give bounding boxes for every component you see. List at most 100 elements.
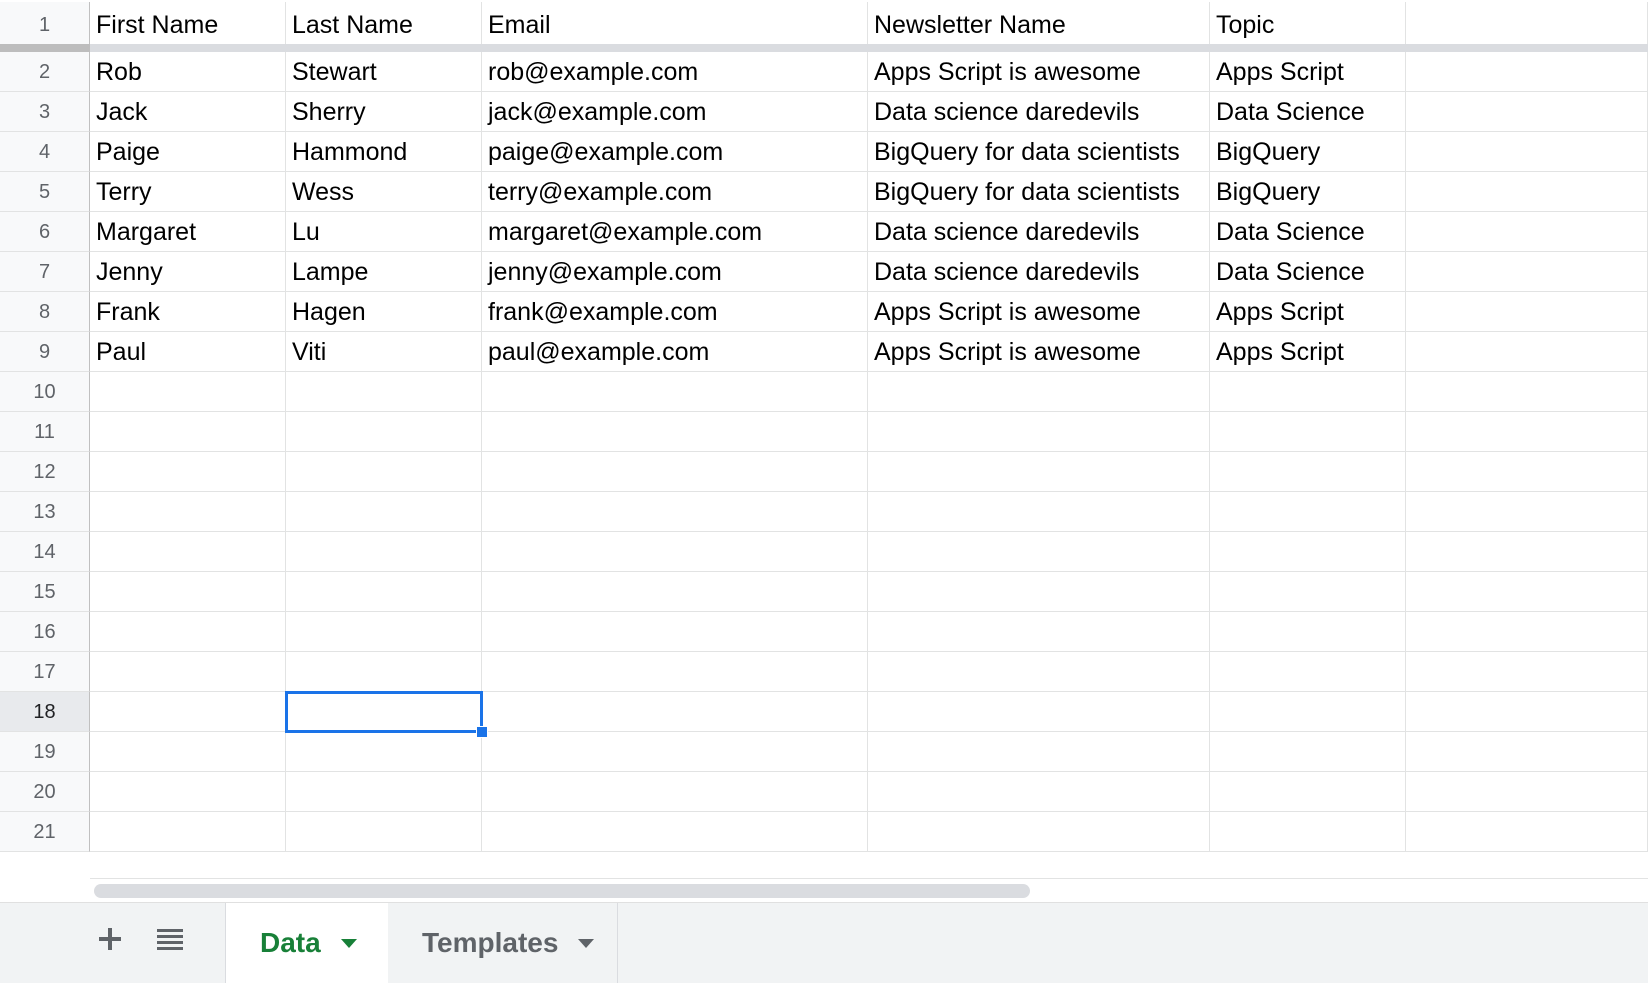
table-cell[interactable]: BigQuery xyxy=(1210,172,1406,212)
table-cell[interactable] xyxy=(1210,612,1406,652)
header-cell[interactable]: Email xyxy=(482,2,868,48)
table-cell[interactable] xyxy=(286,772,482,812)
table-cell[interactable] xyxy=(1406,652,1648,692)
table-cell[interactable] xyxy=(286,812,482,852)
table-cell[interactable] xyxy=(90,412,286,452)
chevron-down-icon[interactable] xyxy=(578,938,595,948)
table-cell[interactable] xyxy=(90,612,286,652)
table-cell[interactable]: frank@example.com xyxy=(482,292,868,332)
table-cell[interactable] xyxy=(482,372,868,412)
table-cell[interactable] xyxy=(868,612,1210,652)
table-cell[interactable] xyxy=(1210,732,1406,772)
row-header[interactable]: 10 xyxy=(0,372,90,412)
table-cell[interactable]: Hammond xyxy=(286,132,482,172)
table-cell[interactable]: Margaret xyxy=(90,212,286,252)
row-header[interactable]: 19 xyxy=(0,732,90,772)
table-cell[interactable]: Apps Script xyxy=(1210,52,1406,92)
table-cell[interactable] xyxy=(286,612,482,652)
table-cell[interactable]: Jenny xyxy=(90,252,286,292)
list-icon[interactable] xyxy=(150,917,190,961)
table-cell[interactable] xyxy=(1210,652,1406,692)
table-cell[interactable]: Wess xyxy=(286,172,482,212)
table-cell[interactable] xyxy=(1406,772,1648,812)
table-cell[interactable]: Lampe xyxy=(286,252,482,292)
horizontal-scrollbar-thumb[interactable] xyxy=(94,884,1030,898)
table-cell[interactable] xyxy=(1406,92,1648,132)
table-cell[interactable]: Paul xyxy=(90,332,286,372)
table-cell[interactable] xyxy=(1406,692,1648,732)
table-cell[interactable] xyxy=(868,772,1210,812)
sheet-tab-templates[interactable]: Templates xyxy=(388,903,618,983)
table-cell[interactable] xyxy=(90,572,286,612)
row-header[interactable]: 14 xyxy=(0,532,90,572)
table-cell[interactable]: Apps Script is awesome xyxy=(868,332,1210,372)
plus-icon[interactable] xyxy=(90,917,130,961)
table-cell[interactable] xyxy=(482,772,868,812)
table-cell[interactable] xyxy=(1406,332,1648,372)
table-cell[interactable]: Data science daredevils xyxy=(868,92,1210,132)
table-cell[interactable] xyxy=(286,492,482,532)
table-cell[interactable] xyxy=(868,572,1210,612)
table-cell[interactable] xyxy=(1406,52,1648,92)
table-cell[interactable] xyxy=(90,652,286,692)
table-cell[interactable] xyxy=(868,652,1210,692)
table-cell[interactable] xyxy=(286,532,482,572)
table-cell[interactable] xyxy=(1406,812,1648,852)
table-cell[interactable] xyxy=(868,692,1210,732)
table-cell[interactable]: Apps Script xyxy=(1210,292,1406,332)
table-cell[interactable] xyxy=(286,652,482,692)
table-cell[interactable] xyxy=(868,812,1210,852)
table-cell[interactable] xyxy=(1210,772,1406,812)
header-cell[interactable]: Topic xyxy=(1210,2,1406,48)
table-cell[interactable] xyxy=(1406,172,1648,212)
table-cell[interactable]: paul@example.com xyxy=(482,332,868,372)
table-cell[interactable]: Apps Script is awesome xyxy=(868,52,1210,92)
row-header[interactable]: 2 xyxy=(0,52,90,92)
table-cell[interactable]: Apps Script is awesome xyxy=(868,292,1210,332)
table-cell[interactable]: Data Science xyxy=(1210,92,1406,132)
table-cell[interactable] xyxy=(482,452,868,492)
table-cell[interactable]: Terry xyxy=(90,172,286,212)
table-cell[interactable] xyxy=(1406,492,1648,532)
row-header[interactable]: 17 xyxy=(0,652,90,692)
table-cell[interactable] xyxy=(90,372,286,412)
table-cell[interactable]: BigQuery xyxy=(1210,132,1406,172)
table-cell[interactable]: Lu xyxy=(286,212,482,252)
table-cell[interactable] xyxy=(286,412,482,452)
table-cell[interactable] xyxy=(286,732,482,772)
table-cell[interactable] xyxy=(1406,452,1648,492)
table-cell[interactable] xyxy=(868,452,1210,492)
row-header[interactable]: 9 xyxy=(0,332,90,372)
header-cell[interactable]: Newsletter Name xyxy=(868,2,1210,48)
header-cell[interactable]: First Name xyxy=(90,2,286,48)
row-header[interactable]: 4 xyxy=(0,132,90,172)
table-cell[interactable] xyxy=(482,532,868,572)
header-cell[interactable]: Last Name xyxy=(286,2,482,48)
table-cell[interactable] xyxy=(1406,532,1648,572)
table-cell[interactable] xyxy=(90,492,286,532)
table-cell[interactable]: BigQuery for data scientists xyxy=(868,132,1210,172)
table-cell[interactable]: Paige xyxy=(90,132,286,172)
table-cell[interactable] xyxy=(1406,572,1648,612)
table-cell[interactable] xyxy=(1406,132,1648,172)
table-cell[interactable]: Data Science xyxy=(1210,212,1406,252)
table-cell[interactable] xyxy=(482,492,868,532)
table-cell[interactable]: Stewart xyxy=(286,52,482,92)
table-cell[interactable]: rob@example.com xyxy=(482,52,868,92)
chevron-down-icon[interactable] xyxy=(340,938,357,948)
row-header[interactable]: 11 xyxy=(0,412,90,452)
row-header[interactable]: 16 xyxy=(0,612,90,652)
table-cell[interactable] xyxy=(868,412,1210,452)
row-header[interactable]: 13 xyxy=(0,492,90,532)
row-header[interactable]: 21 xyxy=(0,812,90,852)
table-cell[interactable] xyxy=(1210,812,1406,852)
table-cell[interactable] xyxy=(286,692,482,732)
table-cell[interactable] xyxy=(482,412,868,452)
table-cell[interactable]: Hagen xyxy=(286,292,482,332)
table-cell[interactable] xyxy=(90,772,286,812)
table-cell[interactable]: Frank xyxy=(90,292,286,332)
table-cell[interactable] xyxy=(1406,732,1648,772)
table-cell[interactable] xyxy=(482,812,868,852)
row-header[interactable]: 8 xyxy=(0,292,90,332)
table-cell[interactable] xyxy=(286,372,482,412)
